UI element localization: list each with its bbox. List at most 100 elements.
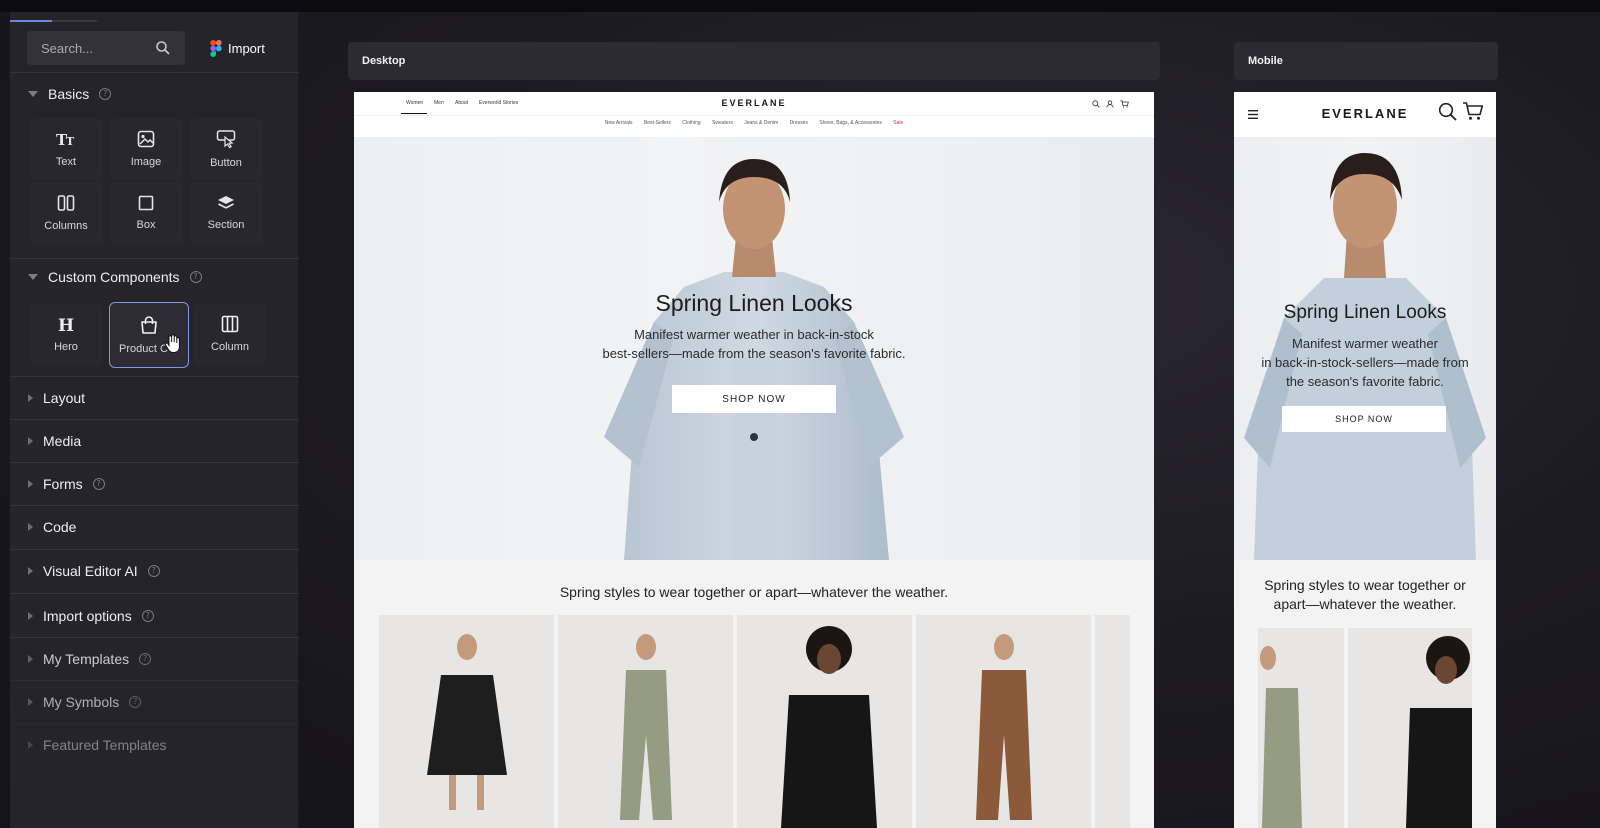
category-link[interactable]: Dresses (790, 120, 808, 126)
mobile-shop-now-button[interactable]: SHOP NOW (1282, 406, 1446, 432)
section-label: Featured Templates (43, 737, 167, 753)
divider (10, 376, 299, 377)
section-featured-templates[interactable]: Featured Templates (28, 737, 166, 753)
help-icon[interactable]: ? (99, 88, 112, 100)
product-card[interactable] (1095, 615, 1130, 828)
help-icon[interactable]: ? (139, 653, 152, 665)
section-label: Forms (43, 476, 83, 492)
component-text[interactable]: T T Text (29, 118, 103, 180)
component-hero[interactable]: H Hero (29, 303, 103, 365)
mobile-product-section: Spring styles to wear together or apart—… (1234, 560, 1496, 828)
nav-active-underline (401, 113, 427, 114)
section-label: Layout (43, 390, 86, 406)
component-label: Column (211, 341, 249, 353)
section-code[interactable]: Code (28, 519, 76, 535)
import-label: Import (228, 40, 265, 56)
help-icon[interactable]: ? (92, 478, 105, 490)
custom-components-title: Custom Components (48, 269, 180, 285)
image-icon (137, 130, 155, 148)
section-label: My Symbols (43, 694, 120, 710)
section-label: Media (43, 433, 82, 449)
caret-right-icon (28, 567, 33, 575)
desktop-preview[interactable]: Women Men About Everworld Stories EVERLA… (354, 92, 1154, 828)
component-box[interactable]: Box (109, 182, 183, 244)
caret-right-icon (28, 698, 33, 706)
section-import-options[interactable]: Import options ? (28, 608, 154, 624)
product-card[interactable] (379, 615, 554, 828)
site-logo[interactable]: EVERLANE (354, 98, 1154, 108)
desktop-frame-bar[interactable]: Desktop (348, 42, 1160, 80)
category-link[interactable]: Sweaters (712, 120, 733, 126)
component-image[interactable]: Image (109, 118, 183, 180)
basics-header[interactable]: Basics ? (28, 86, 112, 102)
category-link[interactable]: Best-Sellers (644, 120, 671, 126)
mobile-frame-bar[interactable]: Mobile (1234, 42, 1498, 80)
mobile-hero-title: Spring Linen Looks (1283, 302, 1447, 323)
custom-components-header[interactable]: Custom Components ? (28, 269, 202, 285)
product-image (976, 634, 1032, 820)
component-section[interactable]: Section (189, 182, 263, 244)
component-columns[interactable]: Columns (29, 182, 103, 244)
mobile-tagline-block: Spring styles to wear together or apart—… (1244, 576, 1486, 614)
mobile-hero-line-1: Manifest warmer weather (1292, 336, 1438, 351)
divider (10, 593, 299, 594)
caret-down-icon (28, 91, 38, 97)
category-link[interactable]: Clothing (682, 120, 700, 126)
desktop-frame-label: Desktop (362, 55, 406, 67)
component-label: Button (210, 157, 242, 169)
divider (10, 462, 299, 463)
mobile-frame-label: Mobile (1248, 55, 1283, 67)
category-link[interactable]: Shoes, Bags, & Accessories (819, 120, 882, 126)
divider (10, 419, 299, 420)
search-icon[interactable] (1438, 102, 1457, 121)
help-icon[interactable]: ? (141, 610, 154, 622)
account-icon[interactable] (1106, 100, 1114, 108)
category-link-sale[interactable]: Sale (893, 120, 903, 126)
search-input[interactable] (41, 40, 151, 56)
cart-icon[interactable] (1120, 100, 1129, 108)
search-icon[interactable] (1092, 100, 1100, 108)
component-column[interactable]: Column (193, 303, 267, 365)
mobile-preview[interactable]: EVERLANE Spring Linen Looks Manifest war… (1234, 92, 1496, 828)
category-link[interactable]: New Arrivals (605, 120, 633, 126)
component-label: Columns (44, 220, 88, 232)
caret-right-icon (28, 612, 33, 620)
divider (10, 549, 299, 550)
category-link[interactable]: Jeans & Denim (744, 120, 778, 126)
hero-subtitle-line-2: best-sellers—made from the season's favo… (602, 346, 906, 361)
section-visual-editor-ai[interactable]: Visual Editor AI ? (28, 563, 160, 579)
product-card[interactable] (916, 615, 1091, 828)
section-my-symbols[interactable]: My Symbols ? (28, 694, 142, 710)
help-icon[interactable]: ? (189, 271, 202, 283)
component-label: Hero (54, 341, 78, 353)
section-my-templates[interactable]: My Templates ? (28, 651, 152, 667)
search-box (27, 31, 185, 65)
mobile-product-card[interactable] (1348, 628, 1472, 828)
figma-icon (210, 39, 222, 57)
import-button[interactable]: Import (206, 31, 286, 65)
section-forms[interactable]: Forms ? (28, 476, 105, 492)
mobile-product-card[interactable] (1258, 628, 1344, 828)
component-button[interactable]: Button (189, 118, 263, 180)
product-card[interactable] (737, 615, 912, 828)
shop-now-button[interactable]: SHOP NOW (672, 385, 836, 413)
help-icon[interactable]: ? (147, 565, 160, 577)
site-nav: Women Men About Everworld Stories EVERLA… (354, 92, 1154, 116)
cart-icon[interactable] (1462, 101, 1484, 121)
divider (10, 680, 299, 681)
mobile-product-image (1260, 646, 1302, 828)
search-icon[interactable] (155, 40, 171, 56)
shopping-bag-icon (141, 315, 157, 334)
product-card[interactable] (558, 615, 733, 828)
box-icon (138, 195, 154, 211)
column-icon (221, 315, 239, 333)
tab-inactive-indicator[interactable] (52, 20, 97, 22)
components-sidebar: Import Basics ? T T Text Image Button (10, 12, 299, 828)
tab-active-indicator[interactable] (10, 20, 52, 22)
section-layout[interactable]: Layout (28, 390, 85, 406)
section-media[interactable]: Media (28, 433, 81, 449)
help-icon[interactable]: ? (129, 696, 142, 708)
product-image (781, 626, 877, 828)
mobile-hero-text-block: Spring Linen Looks Manifest warmer weath… (1234, 302, 1496, 391)
product-image (620, 634, 672, 820)
